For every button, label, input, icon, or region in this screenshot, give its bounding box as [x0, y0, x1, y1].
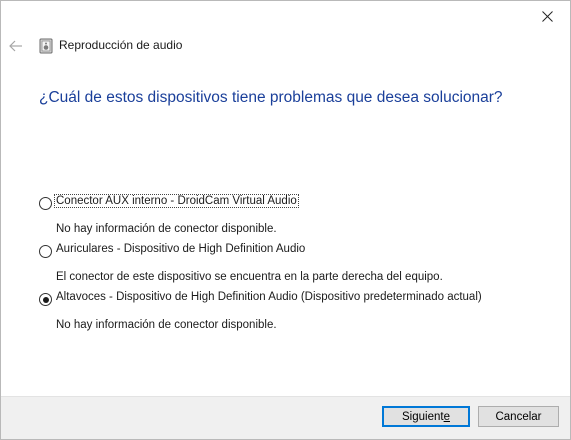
device-list: Conector AUX interno - DroidCam Virtual …	[39, 194, 559, 338]
next-button[interactable]: Siguiente	[382, 406, 470, 427]
radio-button[interactable]	[39, 197, 52, 210]
back-button[interactable]	[7, 37, 25, 55]
radio-button-selected[interactable]	[39, 293, 52, 306]
wizard-title: Reproducción de audio	[59, 38, 183, 52]
device-description: No hay información de conector disponibl…	[56, 319, 277, 331]
troubleshooter-window: Reproducción de audio ¿Cuál de estos dis…	[0, 0, 571, 440]
radio-button[interactable]	[39, 245, 52, 258]
device-description: No hay información de conector disponibl…	[56, 223, 277, 235]
cancel-button[interactable]: Cancelar	[478, 406, 559, 427]
next-button-label: Siguiente	[402, 410, 450, 423]
arrow-left-icon	[9, 40, 22, 52]
close-button[interactable]	[524, 1, 570, 31]
device-option-aux[interactable]: Conector AUX interno - DroidCam Virtual …	[39, 194, 559, 218]
question-heading: ¿Cuál de estos dispositivos tiene proble…	[39, 89, 503, 106]
close-icon	[541, 10, 553, 22]
device-option-speakers[interactable]: Altavoces - Dispositivo de High Definiti…	[39, 290, 559, 314]
audio-playback-icon	[39, 38, 53, 54]
device-description: El conector de este dispositivo se encue…	[56, 271, 443, 283]
device-option-headphones[interactable]: Auriculares - Dispositivo de High Defini…	[39, 242, 559, 266]
device-label[interactable]: Auriculares - Dispositivo de High Defini…	[56, 243, 305, 255]
wizard-header: Reproducción de audio	[1, 31, 570, 61]
device-label[interactable]: Conector AUX interno - DroidCam Virtual …	[54, 194, 299, 208]
wizard-footer: Siguiente Cancelar	[1, 396, 570, 439]
cancel-button-label: Cancelar	[495, 410, 542, 423]
device-label[interactable]: Altavoces - Dispositivo de High Definiti…	[56, 291, 482, 303]
